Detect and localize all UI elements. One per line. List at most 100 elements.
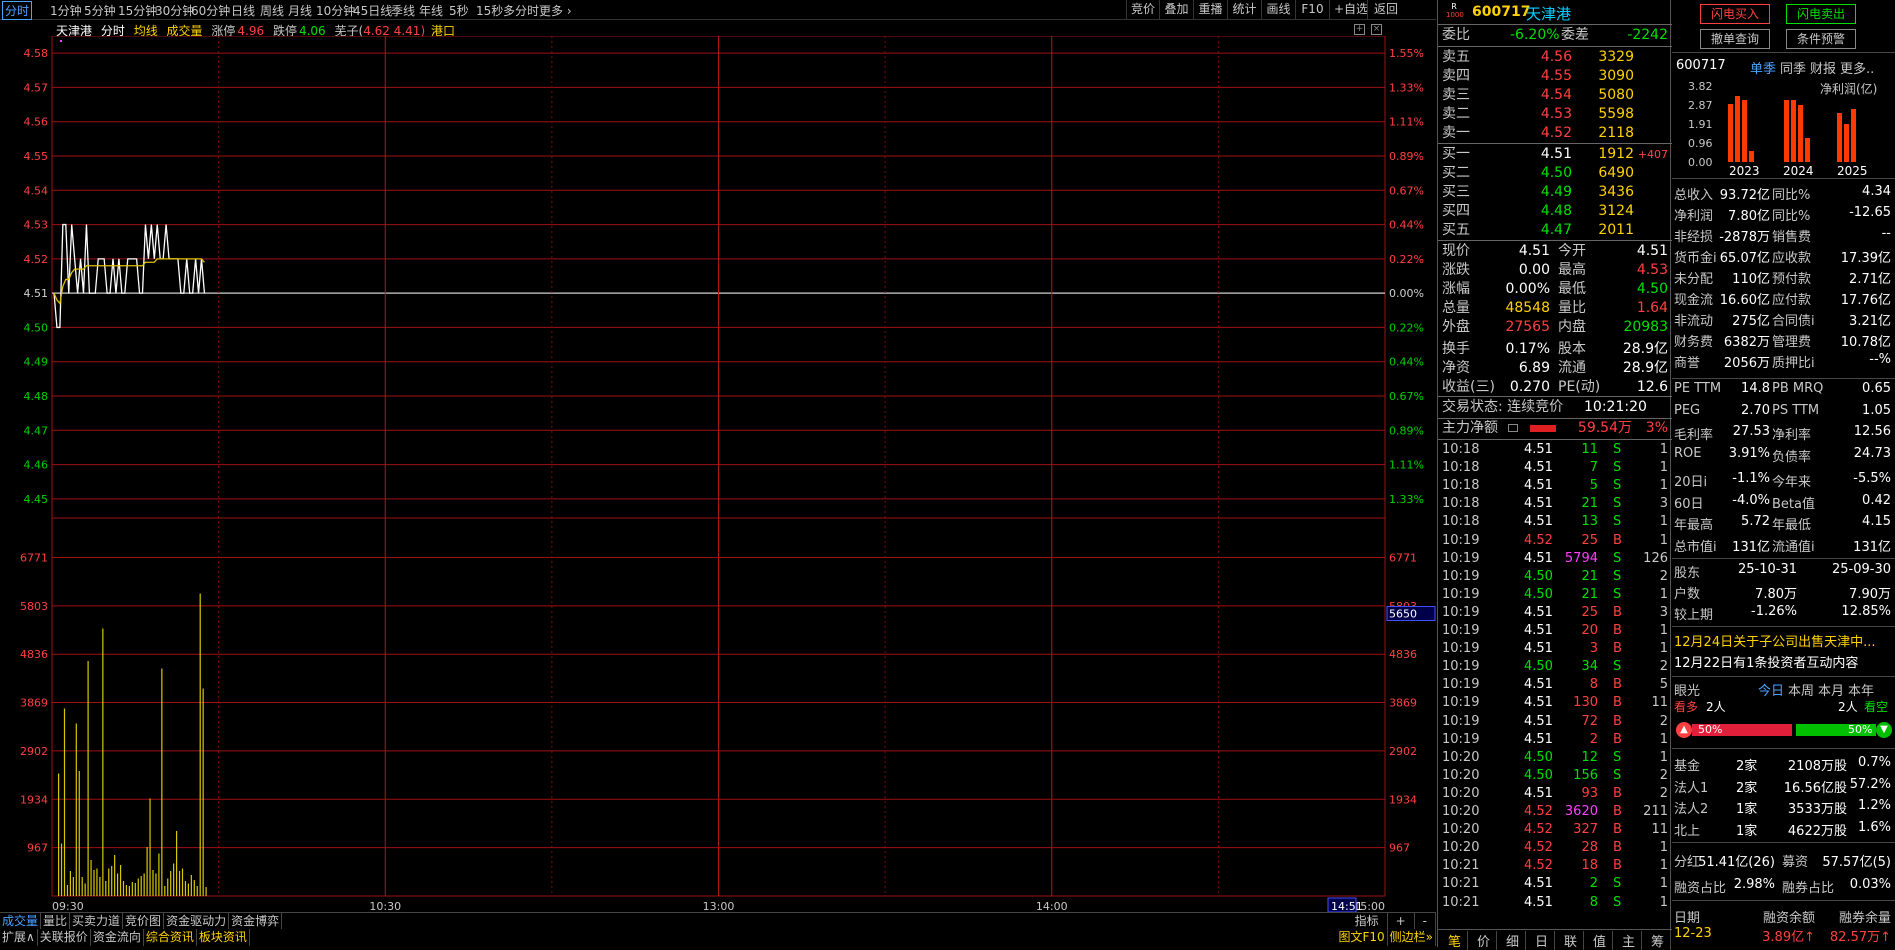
tick-row: 10:19 4.50 21 S 1 [1442, 586, 1668, 602]
panel-tab[interactable]: 日 [1529, 931, 1555, 950]
bid-row[interactable]: 买五 4.47 2011 [1438, 221, 1672, 240]
fin-tab[interactable]: 同季 [1780, 58, 1806, 77]
period-tab[interactable]: 季线 [391, 2, 415, 19]
toolbar-button[interactable]: 重播 [1193, 0, 1227, 20]
period-tab[interactable]: 15秒 [476, 2, 503, 19]
toolbar-button[interactable]: F10 [1295, 0, 1329, 20]
info-tab[interactable]: 资金流向 [91, 929, 144, 946]
toolbar-button[interactable]: 竞价 [1126, 0, 1159, 20]
news-interaction[interactable]: 12月22日有1条投资者互动内容 [1674, 652, 1892, 671]
indicator-tab[interactable]: 资金博弈 [229, 913, 283, 929]
info-tab[interactable]: 板块资讯 [197, 929, 250, 946]
ask-row[interactable]: 卖一 4.52 2118 [1438, 124, 1672, 143]
volume-bar [81, 877, 83, 896]
toolbar-button[interactable]: 统计 [1227, 0, 1261, 20]
pct-tick-label: 1.11% [1389, 459, 1424, 472]
section-divider [1672, 52, 1895, 53]
period-tab[interactable]: 10分钟 [316, 2, 355, 19]
order-ratio: -6.20% [1510, 27, 1560, 43]
panel-tab[interactable]: 联 [1558, 931, 1584, 950]
indicator-tool[interactable]: 指标 [1347, 913, 1388, 929]
period-tab[interactable]: 周线 [260, 2, 284, 19]
info-tab[interactable]: 扩展∧ [0, 929, 38, 946]
volume-bar [149, 798, 151, 896]
period-tab[interactable]: 30分钟 [155, 2, 194, 19]
toolbar-button[interactable]: 叠加 [1159, 0, 1193, 20]
close-icon[interactable]: × [1371, 24, 1382, 35]
cancel-query-button[interactable]: 撤单查询 [1700, 29, 1770, 49]
period-tab[interactable]: 多分时 [503, 2, 539, 19]
period-tab[interactable]: 日线 [231, 2, 255, 19]
tick-row: 10:20 4.50 12 S 1 [1442, 749, 1668, 765]
indicator-tab[interactable]: 竞价图 [123, 913, 165, 929]
zoom-in-icon[interactable]: + [1354, 24, 1365, 35]
indicator-tool[interactable]: - [1415, 913, 1436, 929]
panel-tab[interactable]: 值 [1587, 931, 1613, 950]
bid-row[interactable]: 买四 4.48 3124 [1438, 202, 1672, 221]
period-filter-tab[interactable]: 本月 [1818, 680, 1844, 699]
time-tick-label: 14:00 [1036, 900, 1068, 912]
time-tick-label: 10:30 [369, 900, 401, 912]
intraday-chart[interactable]: 4.58 1.55% 4.57 1.33% 4.56 1.11% 4.55 0.89% 4.54… [0, 36, 1436, 912]
toolbar-button[interactable]: 返回 [1367, 0, 1404, 20]
price-tick-label: 4.51 [24, 287, 49, 300]
period-tab[interactable]: 更多 › [539, 2, 572, 19]
volume-tick-label: 1934 [20, 793, 48, 806]
fin-tab[interactable]: 更多.. [1840, 58, 1874, 77]
alert-button[interactable]: 条件预警 [1786, 29, 1856, 49]
period-tab[interactable]: 15分钟 [118, 2, 157, 19]
bid-row[interactable]: 买一 4.51 1912 +407 [1438, 145, 1672, 164]
ask-row[interactable]: 卖三 4.54 5080 [1438, 86, 1672, 105]
panel-tab[interactable]: 价 [1471, 931, 1497, 950]
quote-row: 收益(三) 0.270 PE(动) 12.6 [1442, 379, 1668, 395]
fin-tab[interactable]: 单季 [1750, 58, 1776, 77]
info-tab[interactable]: 关联报价 [38, 929, 91, 946]
pct-tick-label: 0.89% [1389, 150, 1424, 163]
info-tab[interactable]: 综合资讯 [144, 929, 197, 946]
period-tab[interactable]: 60分钟 [191, 2, 230, 19]
period-filter-tab[interactable]: 本年 [1848, 680, 1874, 699]
panel-tab[interactable]: 筹 [1645, 931, 1671, 950]
quote-row: 涨幅 0.00% 最低 4.50 [1442, 281, 1668, 297]
indicator-tab[interactable]: 成交量 [0, 913, 42, 929]
panel-tab[interactable]: 笔 [1442, 931, 1468, 950]
fin-axis-label: 0.96 [1688, 137, 1713, 150]
period-toolbar: 分时 1分钟 5分钟 15分钟 30分钟 60分钟 日线 周线 月线 10分钟 45日线 季线 年线 5秒… [0, 0, 1436, 20]
volume-bar [152, 870, 154, 896]
news-headline[interactable]: 12月24日关于子公司出售天津中... [1674, 631, 1892, 650]
ask-row[interactable]: 卖二 4.53 5598 [1438, 105, 1672, 124]
period-tab[interactable]: 月线 [288, 2, 312, 19]
flash-buy-button[interactable]: 闪电买入 [1700, 4, 1770, 24]
price-tick-label: 4.57 [24, 81, 49, 94]
ask-row[interactable]: 卖四 4.55 3090 [1438, 67, 1672, 86]
period-filter-tab[interactable]: 今日 [1758, 680, 1784, 699]
indicator-tab[interactable]: 资金驱动力 [164, 913, 230, 929]
bid-row[interactable]: 买三 4.49 3436 [1438, 183, 1672, 202]
period-filter-tab[interactable]: 本周 [1788, 680, 1814, 699]
period-tab[interactable]: 年线 [419, 2, 443, 19]
period-tab[interactable]: 5秒 [449, 2, 469, 19]
panel-tab[interactable]: 主 [1616, 931, 1642, 950]
volume-bar [155, 873, 157, 896]
toolbar-button[interactable]: +自选 [1329, 0, 1368, 20]
fin-tab[interactable]: 财报 [1810, 58, 1836, 77]
volume-bar [199, 593, 201, 896]
exchange-badge: R 1000 [1446, 2, 1464, 19]
side-tool[interactable]: 侧边栏» [1388, 929, 1436, 946]
period-tab[interactable]: 分时 [2, 1, 33, 20]
period-tab[interactable]: 45日线 [353, 2, 392, 19]
main-net-row[interactable]: 主力净额 59.54万 3% [1438, 419, 1672, 438]
bid-row[interactable]: 买二 4.50 6490 [1438, 164, 1672, 183]
indicator-tab[interactable]: 买卖力道 [70, 913, 124, 929]
period-tab[interactable]: 5分钟 [84, 2, 116, 19]
indicator-tool[interactable]: + [1388, 913, 1415, 929]
toolbar-button[interactable]: 画线 [1261, 0, 1295, 20]
indicator-tab[interactable]: 量比 [41, 913, 71, 929]
period-tab[interactable]: 1分钟 [50, 2, 82, 19]
section-divider [1672, 178, 1895, 179]
volume-bar [108, 868, 110, 896]
panel-tab[interactable]: 细 [1500, 931, 1526, 950]
flash-sell-button[interactable]: 闪电卖出 [1786, 4, 1856, 24]
ask-row[interactable]: 卖五 4.56 3329 [1438, 48, 1672, 67]
side-tool[interactable]: 图文F10 [1336, 929, 1388, 946]
